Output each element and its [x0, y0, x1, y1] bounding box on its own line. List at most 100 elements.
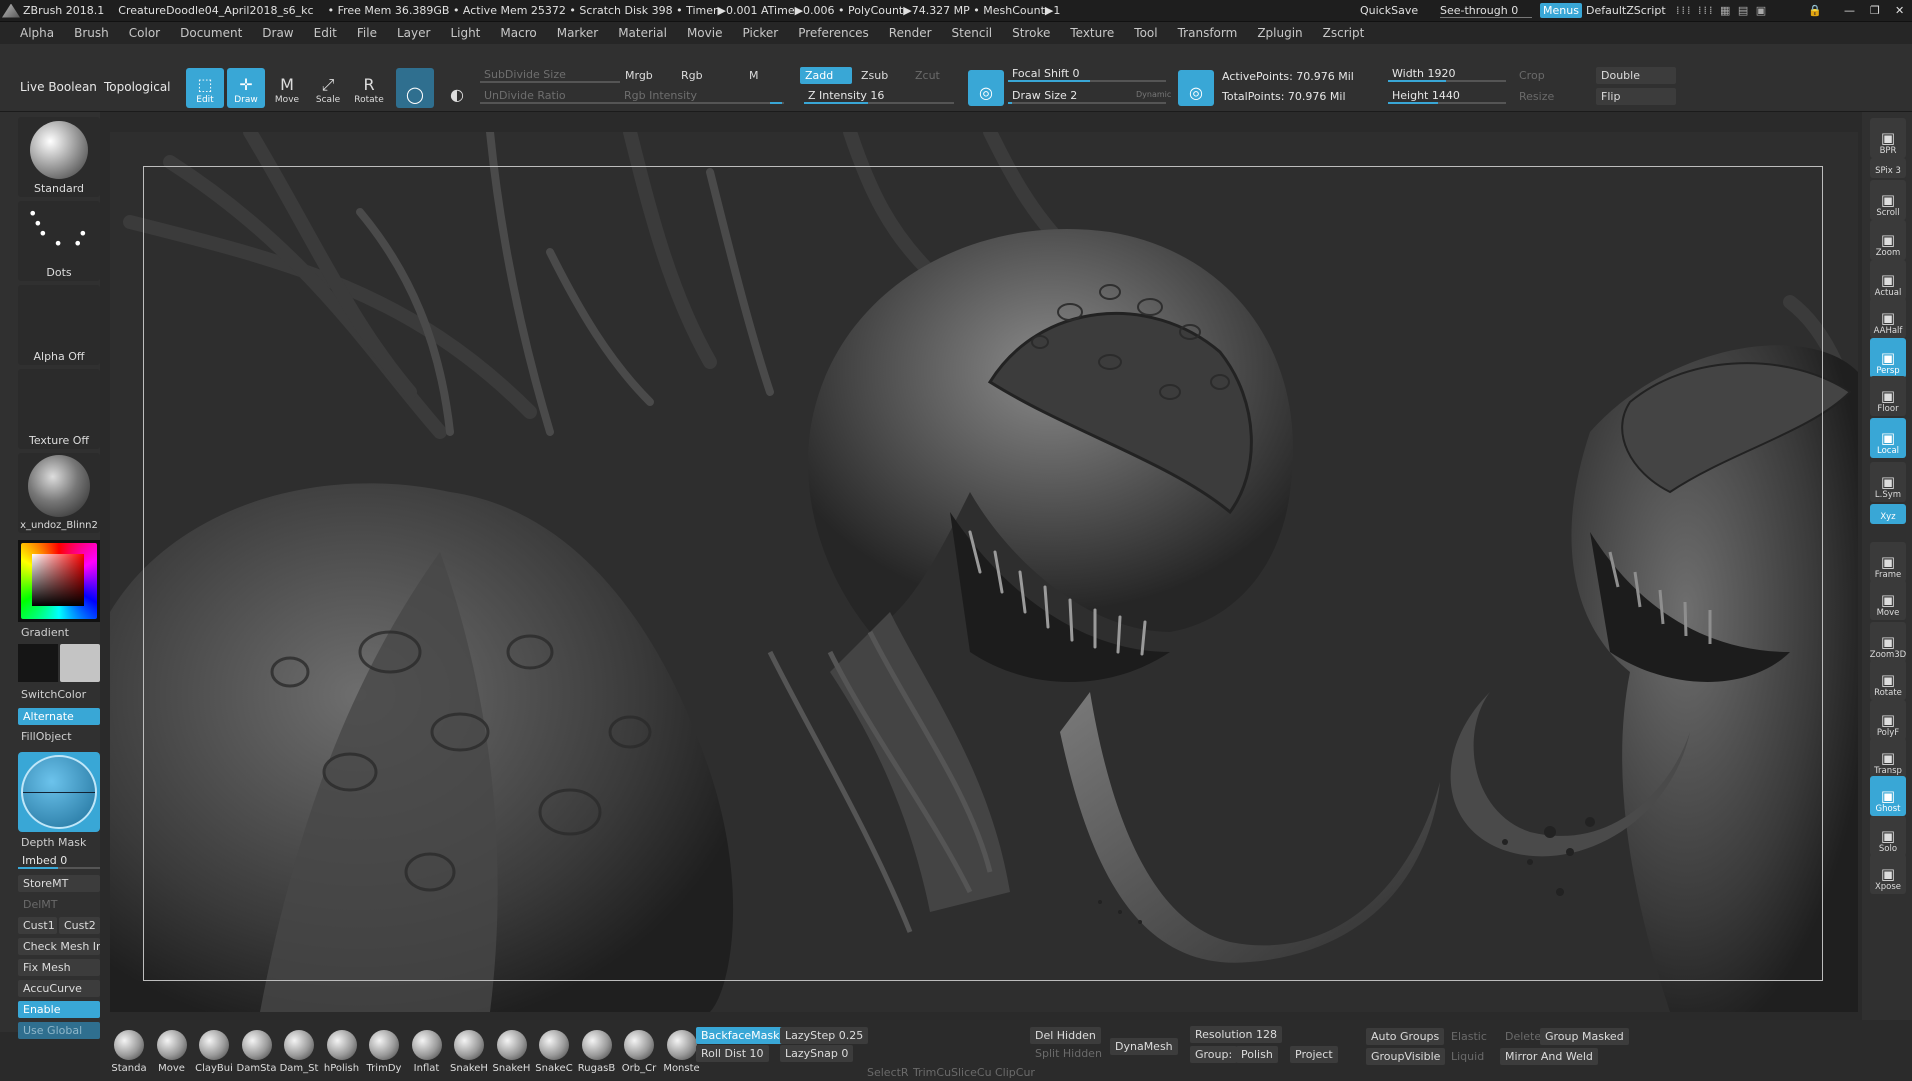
ghost-button[interactable]: ▣ Ghost — [1870, 776, 1906, 816]
scroll-button[interactable]: ▣ Scroll — [1870, 180, 1906, 220]
gradient-toggle[interactable]: Gradient — [21, 626, 69, 639]
project-button[interactable]: Project — [1290, 1046, 1338, 1063]
rgb-intensity-slider[interactable]: Rgb Intensity — [620, 87, 784, 105]
color-picker[interactable] — [18, 540, 100, 622]
default-zscript-button[interactable]: DefaultZScript — [1586, 4, 1666, 17]
brush-slot[interactable]: SnakeC — [533, 1030, 575, 1076]
menu-light[interactable]: Light — [450, 26, 480, 40]
document-height-slider[interactable]: Height 1440 — [1388, 87, 1506, 105]
brush-slot[interactable]: hPolish — [321, 1030, 363, 1076]
del-mt-button[interactable]: DelMT — [18, 896, 100, 913]
brush-slot[interactable]: TrimDy — [363, 1030, 405, 1076]
menu-texture[interactable]: Texture — [1070, 26, 1114, 40]
backface-mask-button[interactable]: BackfaceMask — [696, 1027, 785, 1044]
menu-edit[interactable]: Edit — [314, 26, 337, 40]
rotate-mode-button[interactable]: R Rotate — [350, 68, 388, 108]
roll-dist-slider[interactable]: Roll Dist 10 — [696, 1045, 769, 1062]
check-mesh-button[interactable]: Check Mesh In — [18, 938, 100, 955]
texture-picker[interactable]: Texture Off — [18, 369, 100, 449]
live-boolean-button[interactable]: Live Boolean — [20, 80, 97, 94]
persp-button[interactable]: ▣ Persp — [1870, 338, 1906, 378]
zadd-button[interactable]: Zadd — [800, 67, 852, 84]
zcut-button[interactable]: Zcut — [910, 67, 945, 84]
menu-picker[interactable]: Picker — [742, 26, 778, 40]
brush-slot[interactable]: Move — [151, 1030, 193, 1076]
transp-button[interactable]: ▣ Transp — [1870, 738, 1906, 778]
polyf-button[interactable]: ▣ PolyF — [1870, 700, 1906, 740]
color-square[interactable] — [32, 554, 84, 606]
zoom-button[interactable]: ▣ Zoom — [1870, 220, 1906, 260]
solo-button[interactable]: ▣ Solo — [1870, 816, 1906, 856]
menu-macro[interactable]: Macro — [500, 26, 536, 40]
material-picker[interactable]: x_undoz_Blinn2 — [18, 453, 100, 533]
group-visible-button[interactable]: GroupVisible — [1366, 1048, 1446, 1065]
gizmo-toggle[interactable]: ◯ — [396, 68, 434, 108]
menu-document[interactable]: Document — [180, 26, 242, 40]
undivide-ratio-slider[interactable]: UnDivide Ratio — [480, 87, 620, 105]
restore-icon[interactable]: ❐ — [1870, 4, 1880, 17]
menu-layer[interactable]: Layer — [397, 26, 430, 40]
brush-slot[interactable]: Inflat — [406, 1030, 448, 1076]
lazystep-slider[interactable]: LazyStep 0.25 — [780, 1027, 869, 1044]
topological-button[interactable]: Topological — [104, 80, 171, 94]
zoom3d-button[interactable]: ▣ Zoom3D — [1870, 622, 1906, 662]
fill-object-button[interactable]: FillObject — [21, 730, 72, 743]
move-button[interactable]: ▣ Move — [1870, 580, 1906, 620]
document-width-slider[interactable]: Width 1920 — [1388, 65, 1506, 83]
quicksave-button[interactable]: QuickSave — [1360, 4, 1418, 17]
local-button[interactable]: ▣ Local — [1870, 418, 1906, 458]
minimize-icon[interactable]: — — [1844, 4, 1855, 17]
depth-mask-dial[interactable] — [21, 755, 97, 829]
close-icon[interactable]: ✕ — [1895, 4, 1904, 17]
split-hidden-button[interactable]: Split Hidden — [1030, 1045, 1107, 1062]
aahalf-button[interactable]: ▣ AAHalf — [1870, 298, 1906, 338]
brush-slot[interactable]: Standa — [108, 1030, 150, 1076]
lazysnap-slider[interactable]: LazySnap 0 — [780, 1045, 854, 1062]
group-label[interactable]: Group: — [1190, 1046, 1238, 1063]
see-through-slider[interactable]: See-through 0 — [1440, 4, 1532, 18]
menu-file[interactable]: File — [357, 26, 377, 40]
cust2-button[interactable]: Cust2 — [59, 917, 100, 934]
subdivide-size-slider[interactable]: SubDivide Size — [480, 66, 620, 84]
menu-transform[interactable]: Transform — [1178, 26, 1238, 40]
brush-picker[interactable]: Standard — [18, 117, 100, 197]
brush-slot[interactable]: ClayBui — [193, 1030, 235, 1076]
enable-button[interactable]: Enable — [18, 1001, 100, 1018]
mirror-weld-button[interactable]: Mirror And Weld — [1500, 1048, 1598, 1065]
polish-button[interactable]: Polish — [1236, 1046, 1278, 1063]
menu-zplugin[interactable]: Zplugin — [1257, 26, 1302, 40]
menu-preferences[interactable]: Preferences — [798, 26, 869, 40]
resolution-slider[interactable]: Resolution 128 — [1190, 1026, 1282, 1043]
focal-shift-slider[interactable]: Focal Shift 0 — [1008, 65, 1166, 83]
alpha-picker[interactable]: Alpha Off — [18, 285, 100, 365]
menu-material[interactable]: Material — [618, 26, 667, 40]
auto-groups-button[interactable]: Auto Groups — [1366, 1028, 1445, 1045]
switch-color-button[interactable]: SwitchColor — [21, 688, 86, 701]
store-mt-button[interactable]: StoreMT — [18, 875, 100, 892]
actual-button[interactable]: ▣ Actual — [1870, 260, 1906, 300]
brush-slot[interactable]: SnakeH — [448, 1030, 490, 1076]
liquid-button[interactable]: Liquid — [1446, 1048, 1489, 1065]
menu-stencil[interactable]: Stencil — [952, 26, 993, 40]
zsub-button[interactable]: Zsub — [856, 67, 893, 84]
accucurve-button[interactable]: AccuCurve — [18, 980, 100, 997]
elastic-button[interactable]: Elastic — [1446, 1028, 1492, 1045]
brush-slot[interactable]: Orb_Cr — [618, 1030, 660, 1076]
flip-button[interactable]: Flip — [1596, 88, 1676, 105]
slicecurve-button[interactable]: SliceCu — [946, 1064, 997, 1081]
brush-slot[interactable]: DamSta — [236, 1030, 278, 1076]
brush-slot[interactable]: Dam_St — [278, 1030, 320, 1076]
menu-alpha[interactable]: Alpha — [20, 26, 54, 40]
select-rect-button[interactable]: SelectR — [862, 1064, 914, 1081]
menu-color[interactable]: Color — [129, 26, 160, 40]
rgb-button[interactable]: Rgb — [676, 67, 708, 84]
dynamesh-button[interactable]: DynaMesh — [1110, 1038, 1178, 1055]
rotate-button[interactable]: ▣ Rotate — [1870, 660, 1906, 700]
menu-stroke[interactable]: Stroke — [1012, 26, 1050, 40]
poly-toggle[interactable]: ◐ — [438, 68, 476, 108]
primary-color-swatch[interactable] — [60, 644, 100, 682]
depth-mask-widget[interactable] — [18, 752, 100, 832]
imbed-slider[interactable]: Imbed 0 — [18, 852, 100, 870]
floor-button[interactable]: ▣ Floor — [1870, 376, 1906, 416]
clipcurve-button[interactable]: ClipCur — [990, 1064, 1040, 1081]
